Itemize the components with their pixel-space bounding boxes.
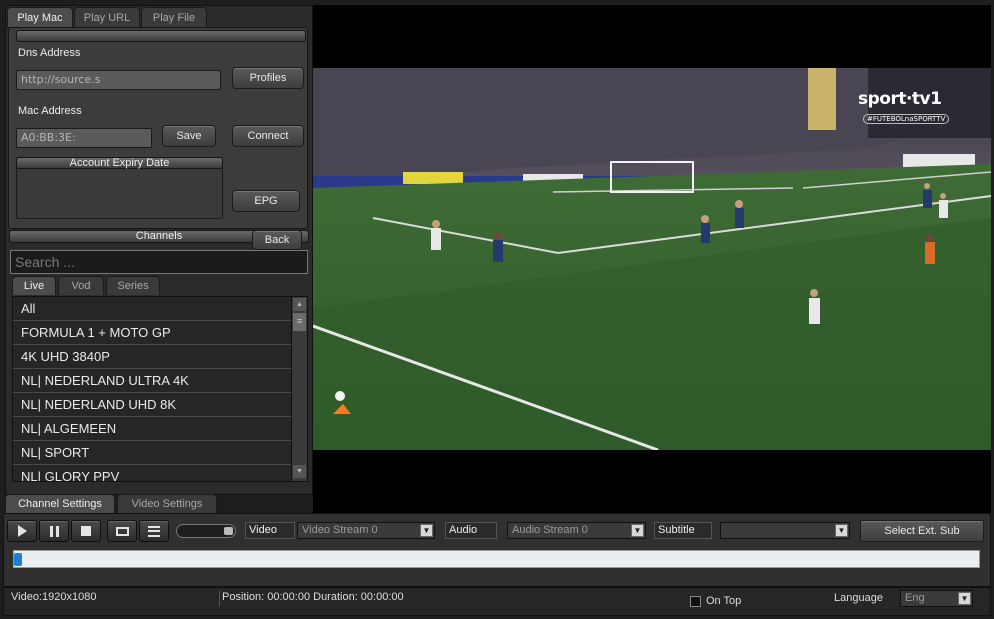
tab-play-file[interactable]: Play File	[141, 7, 207, 27]
channel-item[interactable]: NL| GLORY PPV	[13, 465, 291, 481]
dns-address-field[interactable]: http://source.s	[16, 70, 221, 90]
tab-video-settings[interactable]: Video Settings	[117, 494, 217, 513]
play-button[interactable]	[7, 520, 37, 542]
channel-item[interactable]: FORMULA 1 + MOTO GP	[13, 321, 291, 345]
audio-stream-value: Audio Stream 0	[512, 524, 588, 536]
channel-list-scrollbar[interactable]: ▲ ≡ ▼	[291, 297, 307, 481]
tab-play-url[interactable]: Play URL	[74, 7, 140, 27]
status-divider	[219, 590, 220, 606]
play-mac-topbar	[16, 30, 306, 42]
scroll-up-icon[interactable]: ▲	[293, 298, 306, 311]
back-button[interactable]: Back	[252, 230, 302, 250]
video-resolution: Video:1920x1080	[11, 591, 97, 603]
audio-stream-select[interactable]: Audio Stream 0 ▼	[507, 522, 646, 539]
subtitle-label: Subtitle	[654, 522, 712, 539]
tab-live[interactable]: Live	[12, 276, 56, 295]
scroll-down-icon[interactable]: ▼	[293, 465, 306, 478]
position-duration: Position: 00:00:00 Duration: 00:00:00	[222, 591, 404, 603]
list-icon	[148, 525, 160, 537]
profiles-button[interactable]: Profiles	[232, 67, 304, 89]
tab-vod[interactable]: Vod	[58, 276, 104, 295]
on-top-label: On Top	[706, 595, 742, 607]
source-tabs: Play Mac Play URL Play File	[7, 7, 307, 27]
chevron-down-icon: ▼	[420, 524, 433, 537]
language-value: Eng	[905, 592, 925, 604]
channel-list: All FORMULA 1 + MOTO GP 4K UHD 3840P NL|…	[12, 296, 308, 482]
dns-label: Dns Address	[18, 47, 81, 59]
scroll-thumb[interactable]: ≡	[293, 313, 306, 331]
volume-thumb[interactable]	[223, 526, 234, 536]
video-stream-value: Video Stream 0	[302, 524, 378, 536]
stop-button[interactable]	[71, 520, 101, 542]
epg-button[interactable]: EPG	[232, 190, 300, 212]
play-icon	[17, 525, 27, 537]
language-label: Language	[834, 592, 883, 604]
connect-button[interactable]: Connect	[232, 125, 304, 147]
video-area[interactable]: sport·tv1 #FUTEBOLnaSPORTTV	[313, 5, 991, 513]
on-top-checkbox[interactable]	[690, 596, 701, 607]
audio-label: Audio	[445, 522, 497, 539]
chevron-down-icon: ▼	[631, 524, 644, 537]
screen-button[interactable]	[107, 520, 137, 542]
mac-label: Mac Address	[18, 105, 82, 117]
search-input[interactable]: Search ...	[10, 250, 308, 274]
channel-item[interactable]: NL| SPORT	[13, 441, 291, 465]
video-frame	[313, 68, 991, 450]
expiry-label: Account Expiry Date	[16, 157, 223, 169]
pause-button[interactable]	[39, 520, 69, 542]
select-ext-sub-button[interactable]: Select Ext. Sub	[860, 520, 984, 542]
subtitle-select[interactable]: ▼	[720, 522, 850, 539]
broadcaster-logo: sport·tv1	[858, 89, 942, 109]
volume-slider[interactable]	[176, 524, 236, 538]
channel-item[interactable]: NL| NEDERLAND ULTRA 4K	[13, 369, 291, 393]
video-label: Video	[245, 522, 295, 539]
video-stream-select[interactable]: Video Stream 0 ▼	[297, 522, 435, 539]
seek-bar[interactable]	[13, 550, 980, 568]
tab-play-mac[interactable]: Play Mac	[7, 7, 73, 27]
chevron-down-icon: ▼	[835, 524, 848, 537]
broadcaster-hashtag: #FUTEBOLnaSPORTTV	[863, 114, 950, 124]
save-button[interactable]: Save	[162, 125, 216, 147]
language-select[interactable]: Eng ▼	[900, 590, 973, 607]
channel-list-items: All FORMULA 1 + MOTO GP 4K UHD 3840P NL|…	[13, 297, 291, 481]
monitor-icon	[115, 526, 129, 536]
channel-item[interactable]: NL| ALGEMEEN	[13, 417, 291, 441]
channel-item[interactable]: 4K UHD 3840P	[13, 345, 291, 369]
tab-channel-settings[interactable]: Channel Settings	[5, 494, 115, 513]
tab-series[interactable]: Series	[106, 276, 160, 295]
channel-item-all[interactable]: All	[13, 297, 291, 321]
channel-item[interactable]: NL| NEDERLAND UHD 8K	[13, 393, 291, 417]
seek-handle[interactable]	[14, 553, 22, 566]
pause-icon	[49, 525, 59, 537]
chevron-down-icon: ▼	[958, 592, 971, 605]
mac-address-field[interactable]: A0:BB:3E:	[16, 128, 152, 148]
stop-icon	[81, 526, 91, 536]
playlist-button[interactable]	[139, 520, 169, 542]
